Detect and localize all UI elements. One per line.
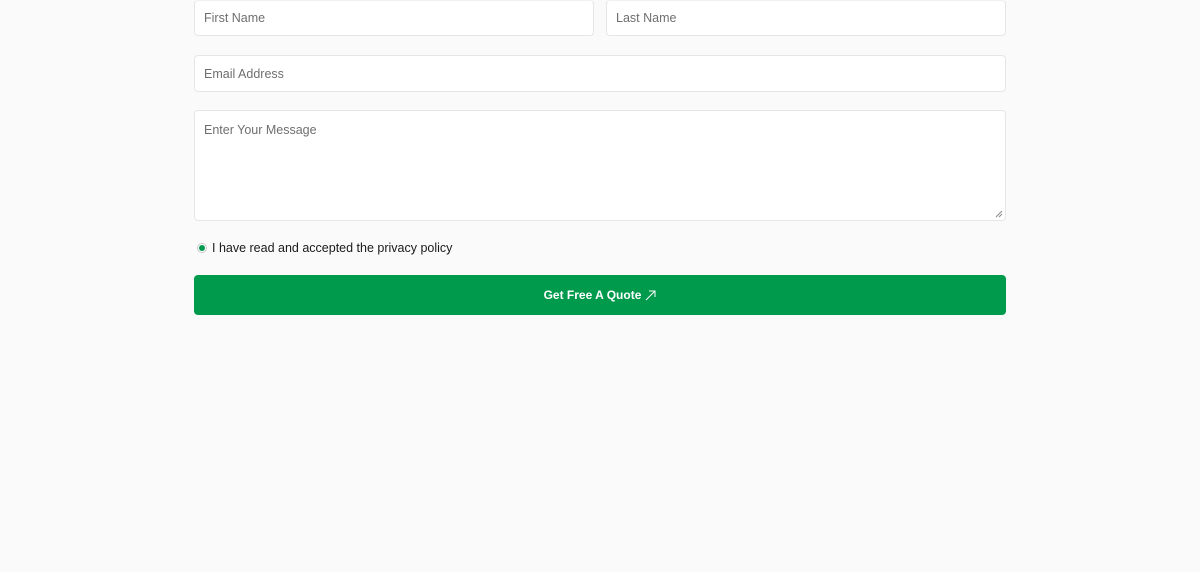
- arrow-up-right-icon: [646, 290, 656, 300]
- name-row: First Name Last Name: [194, 0, 1006, 36]
- radio-selected-dot: [199, 245, 205, 251]
- get-free-quote-button[interactable]: Get Free A Quote: [194, 275, 1006, 315]
- email-placeholder: Email Address: [204, 66, 284, 81]
- privacy-consent: I have read and accepted the privacy pol…: [194, 240, 1006, 256]
- message-placeholder: Enter Your Message: [204, 123, 317, 137]
- email-input[interactable]: Email Address: [194, 55, 1006, 92]
- submit-label: Get Free A Quote: [543, 288, 642, 302]
- privacy-consent-label: I have read and accepted the privacy pol…: [212, 241, 453, 255]
- last-name-input[interactable]: Last Name: [606, 0, 1006, 36]
- quote-form: First Name Last Name Email Address Enter…: [194, 0, 1006, 315]
- privacy-consent-radio[interactable]: [197, 243, 207, 253]
- resize-handle-icon[interactable]: [995, 210, 1003, 218]
- first-name-placeholder: First Name: [204, 11, 266, 25]
- message-textarea[interactable]: Enter Your Message: [194, 110, 1006, 221]
- last-name-placeholder: Last Name: [616, 11, 677, 25]
- first-name-input[interactable]: First Name: [194, 0, 594, 36]
